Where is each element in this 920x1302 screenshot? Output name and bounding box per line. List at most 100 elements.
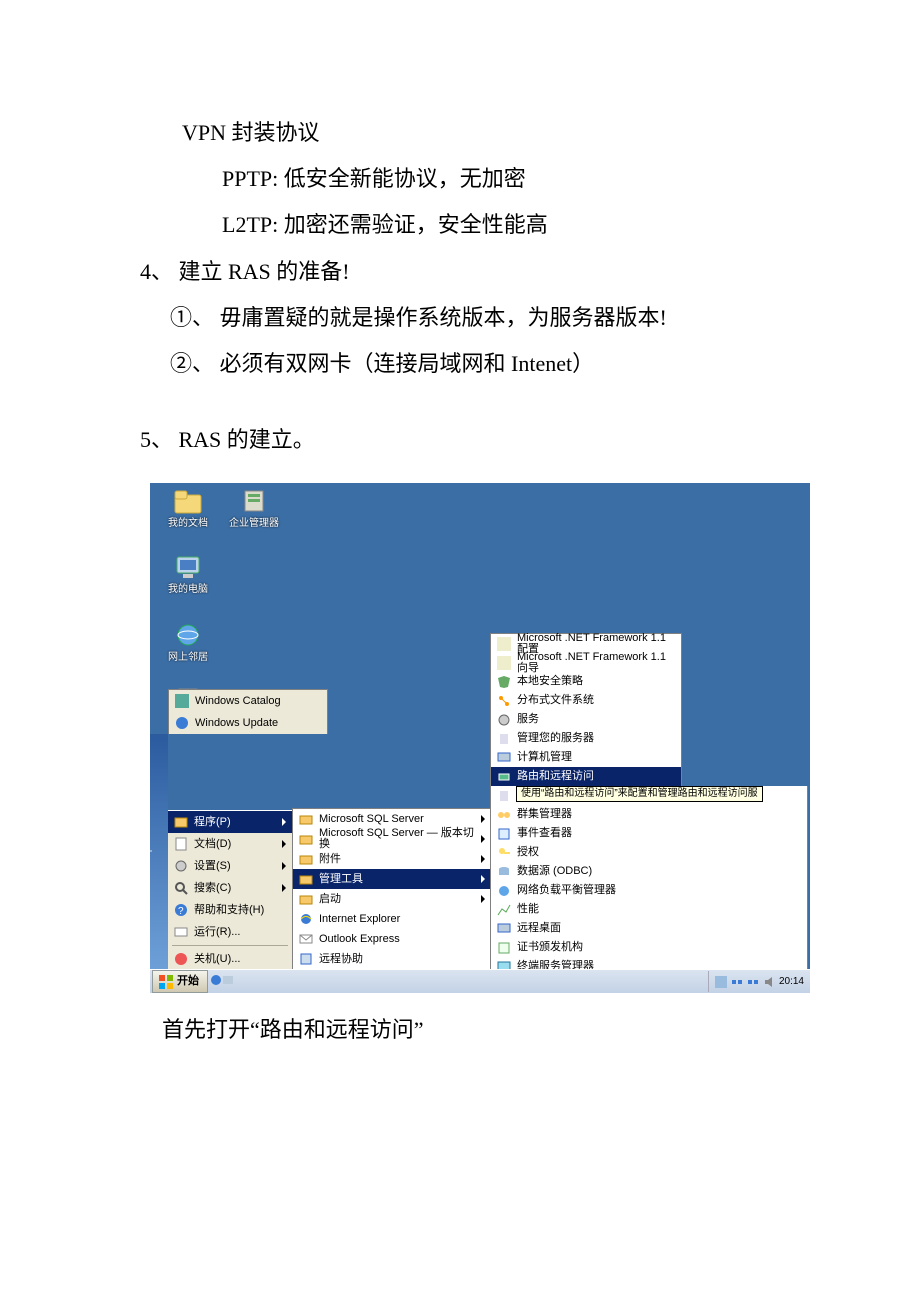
admin-odbc[interactable]: 数据源 (ODBC) [491,862,807,881]
settings-icon [174,859,188,873]
admin-rras[interactable]: 路由和远程访问 [491,767,681,786]
menu-label: 帮助和支持(H) [194,905,286,916]
admin-perf[interactable]: 性能 [491,900,807,919]
admin-remotedesktop[interactable]: 远程桌面 [491,919,807,938]
folder-icon [299,892,313,906]
folder-icon [173,489,203,515]
prog-ie[interactable]: Internet Explorer [293,909,491,929]
shield-icon [497,675,511,689]
start-item-settings[interactable]: 设置(S) [168,855,292,877]
server-icon [239,489,269,515]
quicklaunch-icon[interactable] [222,974,234,989]
programs-submenu: Microsoft SQL Server Microsoft SQL Serve… [292,808,492,970]
admin-manageyourserver[interactable]: 管理您的服务器 [491,729,681,748]
menu-label: Microsoft SQL Server [319,814,475,825]
admin-services[interactable]: 服务 [491,710,681,729]
chevron-right-icon [481,815,485,823]
balance-icon [497,884,511,898]
menu-label: 管理您的服务器 [517,733,675,744]
chevron-right-icon [282,862,286,870]
admin-licensing[interactable]: 授权 [491,843,807,862]
text-l2tp: L2TP: 加密还需验证，安全性能高 [140,202,780,248]
menu-label: 附件 [319,854,475,865]
remote-icon [299,952,313,966]
admin-localsec[interactable]: 本地安全策略 [491,672,681,691]
monitor-icon [497,922,511,936]
shutdown-icon [174,952,188,966]
start-item-run[interactable]: 运行(R)... [168,921,292,943]
admin-dfs[interactable]: 分布式文件系统 [491,691,681,710]
section5-title: 5、 RAS 的建立。 [140,417,780,463]
clock[interactable]: 20:14 [779,977,804,987]
start-item-search[interactable]: 搜索(C) [168,877,292,899]
admin-net11wiz[interactable]: Microsoft .NET Framework 1.1 向导 [491,653,681,672]
menu-label: 分布式文件系统 [517,695,675,706]
tray-network-icon[interactable] [731,976,743,988]
monitor-icon [497,751,511,765]
start-menu-top: Windows Catalog Windows Update [168,689,328,734]
desktop-icon-label: 我的电脑 [158,585,218,595]
section4-title: 4、 建立 RAS 的准备! [140,249,780,295]
start-item-wincatalog[interactable]: Windows Catalog [169,690,327,712]
start-item-documents[interactable]: 文档(D) [168,833,292,855]
admin-compmgmt[interactable]: 计算机管理 [491,748,681,767]
admin-cluster[interactable]: 群集管理器 [491,805,807,824]
menu-label: 本地安全策略 [517,676,675,687]
desktop-icon-entmgr[interactable]: 企业管理器 [224,489,284,529]
tray-network-icon[interactable] [747,976,759,988]
admintools-submenu-lower: 配置您的服务器向导 群集管理器 事件查看器 授权 数据源 (ODBC) 网络负载… [490,786,808,993]
menu-label: 服务 [517,714,675,725]
menu-label: Windows Catalog [195,696,321,707]
menu-label: 性能 [517,904,801,915]
database-icon [497,865,511,879]
folder-icon [299,852,313,866]
prog-remoteassist[interactable]: 远程协助 [293,949,491,969]
desktop-icon-mydocs[interactable]: 我的文档 [158,489,218,529]
start-item-winupdate[interactable]: Windows Update [169,712,327,734]
menu-label: 证书颁发机构 [517,942,801,953]
menu-label: 管理工具 [319,874,475,885]
catalog-icon [175,694,189,708]
start-menu-main: 程序(P) 文档(D) 设置(S) 搜索(C) ? 帮助和支持(H) [168,810,293,970]
start-item-shutdown[interactable]: 关机(U)... [168,948,292,970]
admintools-submenu: Microsoft .NET Framework 1.1 配置 Microsof… [490,633,682,787]
tree-icon [497,694,511,708]
chart-icon [497,903,511,917]
prog-admintools[interactable]: 管理工具 [293,869,491,889]
prog-sqlswitch[interactable]: Microsoft SQL Server — 版本切换 [293,829,491,849]
desktop-icon-label: 我的文档 [158,519,218,529]
desktop-icon-mycomputer[interactable]: 我的电脑 [158,555,218,595]
prog-accessories[interactable]: 附件 [293,849,491,869]
desktop-icon-label: 企业管理器 [224,519,284,529]
ie-icon [299,912,313,926]
start-item-programs[interactable]: 程序(P) [168,811,292,833]
help-icon: ? [174,903,188,917]
folder-icon [299,872,313,886]
admin-certauth[interactable]: 证书颁发机构 [491,938,807,957]
admin-nlb[interactable]: 网络负载平衡管理器 [491,881,807,900]
start-menu-strip: Windows Server 2003 Enterprise Edition [150,734,168,970]
wizard-icon [497,656,511,670]
menu-label: 搜索(C) [194,883,276,894]
menu-label: 事件查看器 [517,828,801,839]
menu-label: 数据源 (ODBC) [517,866,801,877]
tray-volume-icon[interactable] [763,976,775,988]
folder-icon [299,832,313,846]
section4-item1: ①、 毋庸置疑的就是操作系统版本，为服务器版本! [140,295,780,341]
tray-icon[interactable] [715,976,727,988]
desktop-icon-network[interactable]: 网上邻居 [158,623,218,663]
config-icon [497,637,511,651]
admin-eventviewer[interactable]: 事件查看器 [491,824,807,843]
key-icon [497,846,511,860]
menu-label: 启动 [319,894,475,905]
start-item-help[interactable]: ? 帮助和支持(H) [168,899,292,921]
prog-startup[interactable]: 启动 [293,889,491,909]
prog-outlook[interactable]: Outlook Express [293,929,491,949]
start-button[interactable]: 开始 [152,970,208,993]
server-icon [497,789,511,803]
run-icon [174,925,188,939]
quicklaunch-icon[interactable] [210,974,222,989]
menu-label: Outlook Express [319,934,485,945]
system-tray: 20:14 [708,971,810,992]
chevron-right-icon [481,895,485,903]
